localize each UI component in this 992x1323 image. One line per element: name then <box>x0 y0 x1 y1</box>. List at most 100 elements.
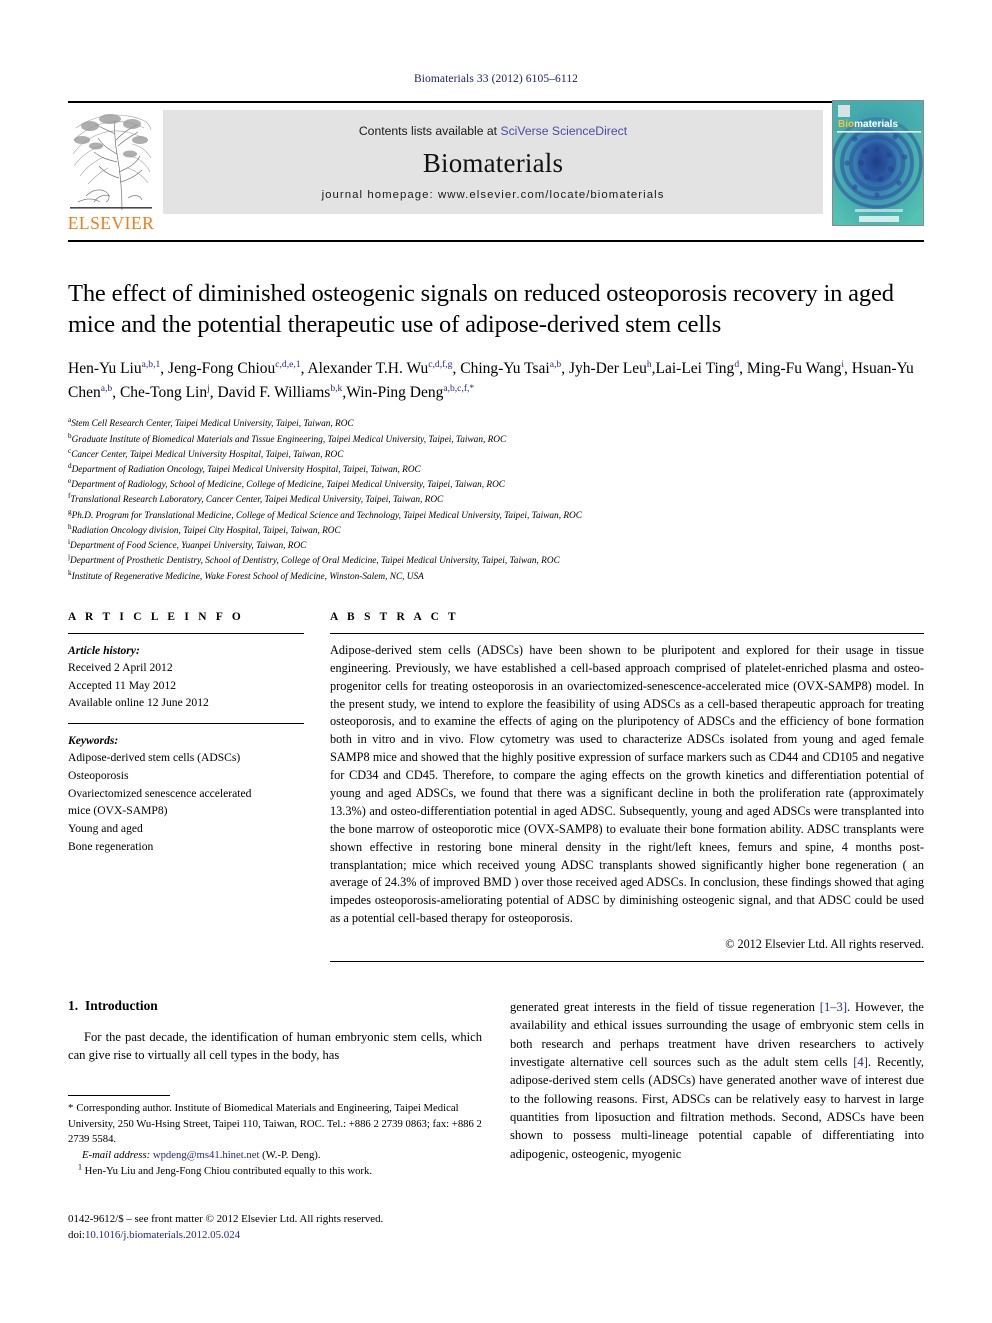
affiliation-item: kInstitute of Regenerative Medicine, Wak… <box>68 569 924 585</box>
keyword-item: Bone regeneration <box>68 839 154 853</box>
corresponding-author-text: Corresponding author. Institute of Biome… <box>68 1102 482 1146</box>
affiliation-item: dDepartment of Radiation Oncology, Taipe… <box>68 462 924 478</box>
affiliation-text: Radiation Oncology division, Taipei City… <box>71 525 341 536</box>
doi-line: doi:10.1016/j.biomaterials.2012.05.024 <box>68 1228 498 1244</box>
affiliation-text: Department of Radiation Oncology, Taipei… <box>71 464 421 475</box>
intro-paragraph-right: generated great interests in the field o… <box>510 1000 925 1161</box>
journal-masthead: ELSEVIER Contents lists available at Sci… <box>68 100 924 242</box>
article-info-rule-top <box>68 632 304 634</box>
section-title: Introduction <box>85 998 158 1014</box>
article-history-item: Available online 12 June 2012 <box>68 696 209 710</box>
affiliation-text: Graduate Institute of Biomedical Materia… <box>71 434 507 445</box>
author-affiliation-marker: j <box>207 382 210 394</box>
affiliation-text: Institute of Regenerative Medicine, Wake… <box>71 571 424 582</box>
footnote-marker-1: 1 <box>78 1161 82 1171</box>
email-owner: (W.-P. Deng). <box>262 1148 321 1161</box>
author-affiliation-marker: i <box>841 359 845 371</box>
article-info-rule-mid <box>68 723 304 725</box>
author-affiliation-marker: c,d,e,1 <box>275 359 301 371</box>
affiliation-text: Translational Research Laboratory, Cance… <box>70 495 444 506</box>
footnote-block: * Corresponding author. Institute of Biom… <box>68 1095 484 1179</box>
sciencedirect-link[interactable]: SciVerse ScienceDirect <box>500 124 627 138</box>
affiliation-text: Cancer Center, Taipei Medical University… <box>71 449 344 460</box>
article-history-item: Accepted 11 May 2012 <box>68 678 177 692</box>
info-abstract-row: A R T I C L E I N F O Article history: R… <box>68 611 924 963</box>
author-affiliation-marker: h <box>646 359 652 371</box>
author-name: Alexander T.H. Wu <box>307 360 429 378</box>
intro-paragraph-left: For the past decade, the identification … <box>68 1030 482 1063</box>
article-history-label: Article history: <box>68 643 140 657</box>
abstract-column: A B S T R A C T Adipose-derived stem cel… <box>330 611 924 963</box>
elsevier-wordmark: ELSEVIER <box>67 213 155 233</box>
author-affiliation-marker: a,b <box>549 359 562 371</box>
affiliation-item: cCancer Center, Taipei Medical Universit… <box>68 447 924 463</box>
affiliation-item: jDepartment of Prosthetic Dentistry, Sch… <box>68 554 924 569</box>
email-note: E-mail address: wpdeng@ms41.hinet.net (W… <box>68 1148 484 1164</box>
affiliation-text: Department of Food Science, Yuanpei Univ… <box>70 541 307 552</box>
elsevier-tree-icon <box>70 110 152 214</box>
keyword-item: Young and aged <box>68 821 143 835</box>
section-number: 1. <box>68 998 79 1014</box>
abstract-copyright: © 2012 Elsevier Ltd. All rights reserved… <box>725 937 924 952</box>
elsevier-logo: ELSEVIER <box>68 110 154 233</box>
citation-link[interactable]: [1–3] <box>820 1000 847 1014</box>
author-name: Jeng-Fong Chiou <box>168 360 276 378</box>
abstract-rule-bottom <box>330 961 924 963</box>
article-history-item: Received 2 April 2012 <box>68 661 173 675</box>
affiliation-text: Ph.D. Program for Translational Medicine… <box>71 510 582 521</box>
footnote-rule <box>68 1095 170 1096</box>
email-label: E-mail address: <box>82 1148 151 1161</box>
author-affiliation-marker: c,d,f,g <box>428 359 453 371</box>
author-name: Jyh-Der Leu <box>568 360 647 378</box>
author-name: Ming-Fu Wang <box>746 360 842 378</box>
abstract-rule-top <box>330 632 924 634</box>
author-list: Hen-Yu Liua,b,1, Jeng-Fong Chiouc,d,e,1,… <box>68 359 914 401</box>
doi-link[interactable]: 10.1016/j.biomaterials.2012.05.024 <box>85 1229 240 1241</box>
affiliation-text: Stem Cell Research Center, Taipei Medica… <box>71 419 354 430</box>
affiliation-item: bGraduate Institute of Biomedical Materi… <box>68 432 924 448</box>
page-footer: 0142-9612/$ – see front matter © 2012 El… <box>68 1212 498 1244</box>
svg-text:Biomaterials: Biomaterials <box>838 119 898 130</box>
abstract-text: Adipose-derived stem cells (ADSCs) have … <box>330 642 924 926</box>
author-name: Hen-Yu Liu <box>68 360 142 378</box>
author-name: Ching-Yu Tsai <box>460 360 550 378</box>
email-address-link[interactable]: wpdeng@ms41.hinet.net <box>153 1149 260 1161</box>
author-name: Che-Tong Lin <box>119 383 208 401</box>
author-affiliation-marker: a,b,1 <box>141 359 161 371</box>
keyword-item: Osteoporosis <box>68 769 129 783</box>
issn-copyright-line: 0142-9612/$ – see front matter © 2012 El… <box>68 1213 384 1225</box>
article-header: The effect of diminished osteogenic sign… <box>68 278 924 585</box>
running-head: Biomaterials 33 (2012) 6105–6112 <box>413 73 579 85</box>
author-name: Win-Ping Deng <box>346 383 444 401</box>
keyword-item: Adipose-derived stem cells (ADSCs) <box>68 751 241 765</box>
affiliation-item: hRadiation Oncology division, Taipei Cit… <box>68 523 924 539</box>
affiliation-item: iDepartment of Food Science, Yuanpei Uni… <box>68 538 924 554</box>
author-name: David F. Williams <box>217 383 331 401</box>
article-history-lines: Received 2 April 2012 Accepted 11 May 201… <box>68 659 304 712</box>
article-title: The effect of diminished osteogenic sign… <box>68 279 894 339</box>
equal-contribution-text: Hen-Yu Liu and Jeng-Fong Chiou contribut… <box>84 1164 373 1177</box>
article-info-heading: A R T I C L E I N F O <box>68 610 245 623</box>
journal-article-page: Biomaterials 33 (2012) 6105–6112 ELSEVIE… <box>0 0 992 1323</box>
author-name: Lai-Lei Ting <box>655 360 735 378</box>
affiliation-item: gPh.D. Program for Translational Medicin… <box>68 508 924 524</box>
journal-homepage-line[interactable]: journal homepage: www.elsevier.com/locat… <box>322 189 665 201</box>
contents-available-line: Contents lists available at SciVerse Sci… <box>359 124 627 138</box>
affiliation-item: fTranslational Research Laboratory, Canc… <box>68 493 924 508</box>
journal-title: Biomaterials <box>422 148 564 178</box>
author-affiliation-marker: b,k <box>330 382 343 394</box>
author-affiliation-marker: a,b <box>100 382 113 394</box>
body-column-right: generated great interests in the field o… <box>510 998 924 1163</box>
journal-cover-thumbnail: Biomaterials <box>832 100 924 226</box>
corresponding-author-note: * Corresponding author. Institute of Biom… <box>68 1101 484 1148</box>
contents-prefix: Contents lists available at <box>358 124 501 138</box>
equal-contribution-note: 1 Hen-Yu Liu and Jeng-Fong Chiou contrib… <box>68 1161 484 1180</box>
keywords-lines: Adipose-derived stem cells (ADSCs) Osteop… <box>68 749 304 855</box>
affiliation-text: Department of Prosthetic Dentistry, Scho… <box>70 556 560 567</box>
affiliation-item: eDepartment of Radiology, School of Medi… <box>68 478 924 493</box>
article-info-column: A R T I C L E I N F O Article history: R… <box>68 611 304 962</box>
affiliation-text: Department of Radiology, School of Medic… <box>71 480 506 491</box>
doi-label: doi: <box>68 1228 85 1241</box>
masthead-center-band: Contents lists available at SciVerse Sci… <box>163 110 823 214</box>
citation-link[interactable]: [4] <box>853 1055 868 1069</box>
